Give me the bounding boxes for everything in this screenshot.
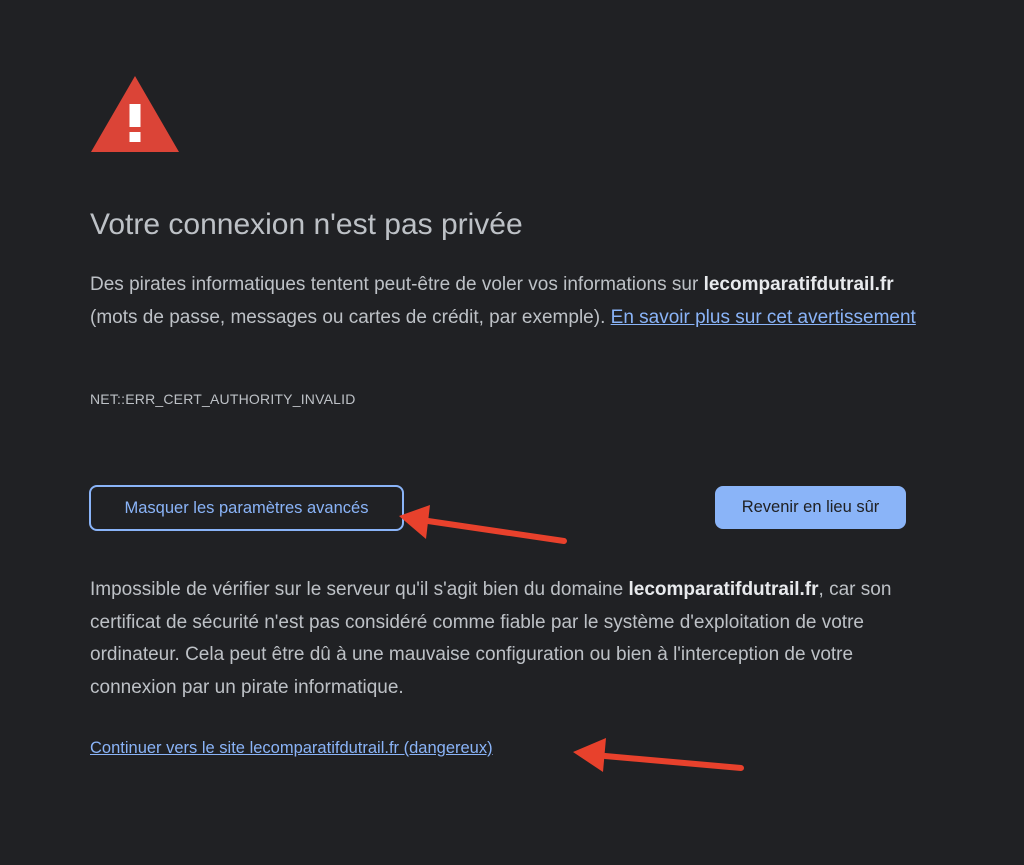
- details-text-start: Impossible de vérifier sur le serveur qu…: [90, 579, 629, 600]
- details-text: Impossible de vérifier sur le serveur qu…: [90, 574, 920, 704]
- proceed-unsafe-link[interactable]: Continuer vers le site lecomparatifdutra…: [90, 739, 493, 758]
- intro-text: Des pirates informatiques tentent peut-ê…: [90, 269, 920, 334]
- page-title: Votre connexion n'est pas privée: [90, 208, 523, 241]
- back-to-safety-button[interactable]: Revenir en lieu sûr: [715, 486, 906, 529]
- intro-text-end: (mots de passe, messages ou cartes de cr…: [90, 306, 611, 328]
- intro-text-start: Des pirates informatiques tentent peut-ê…: [90, 274, 704, 295]
- learn-more-link[interactable]: En savoir plus sur cet avertissement: [611, 307, 916, 328]
- error-code: NET::ERR_CERT_AUTHORITY_INVALID: [90, 391, 356, 407]
- details-domain-name: lecomparatifdutrail.fr: [628, 579, 819, 600]
- interstitial-page: Votre connexion n'est pas privée Des pir…: [0, 0, 1024, 865]
- warning-triangle-icon: [91, 76, 179, 152]
- hide-advanced-button[interactable]: Masquer les paramètres avancés: [89, 485, 404, 531]
- domain-name: lecomparatifdutrail.fr: [703, 274, 894, 295]
